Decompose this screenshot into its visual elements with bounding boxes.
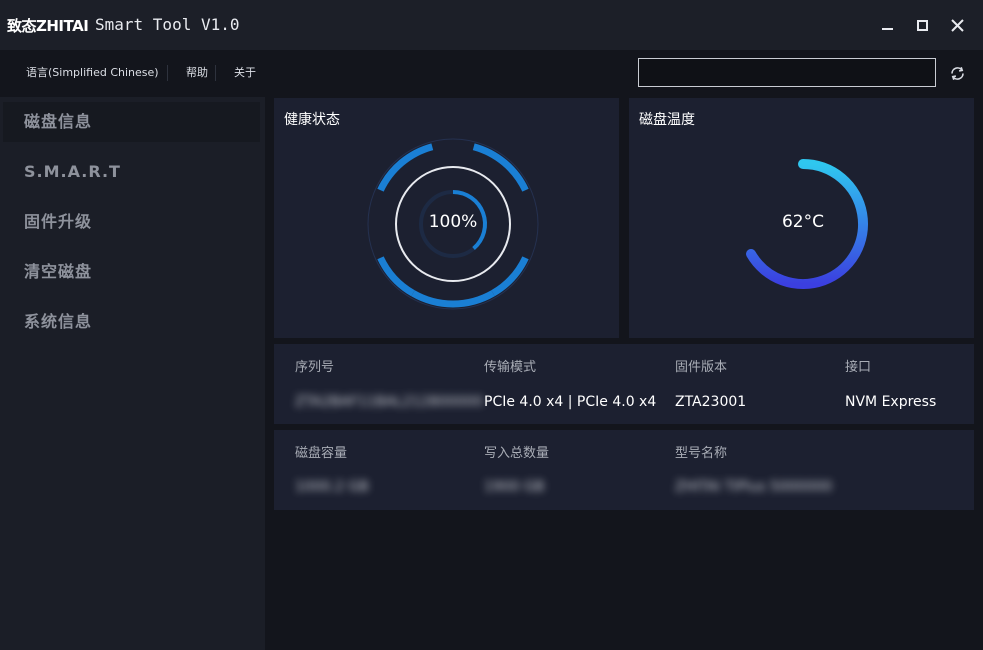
sidebar-item-label: 固件升级	[24, 212, 93, 231]
maximize-button[interactable]	[911, 14, 933, 36]
temperature-value: 62°C	[781, 212, 824, 232]
refresh-icon	[951, 67, 964, 80]
sidebar-item-system-info[interactable]: 系统信息	[3, 302, 260, 342]
capacity-value: 1000.2 GB	[295, 479, 369, 495]
model-label: 型号名称	[675, 446, 728, 461]
firmware-label: 固件版本	[675, 360, 728, 375]
sidebar-item-smart[interactable]: S.M.A.R.T	[3, 152, 260, 192]
interface-value: NVM Express	[845, 394, 937, 410]
sidebar: 磁盘信息 S.M.A.R.T 固件升级 清空磁盘 系统信息	[0, 97, 265, 650]
refresh-button[interactable]	[949, 65, 966, 82]
app-title: Smart Tool V1.0	[95, 15, 240, 34]
temperature-panel: 磁盘温度 62°C	[629, 98, 974, 338]
maximize-icon	[917, 20, 928, 31]
model-value: ZHITAI TiPlus 5000000	[675, 479, 833, 495]
sidebar-item-firmware-upgrade[interactable]: 固件升级	[3, 202, 260, 242]
health-ring-segment	[411, 290, 495, 308]
sidebar-item-disk-info[interactable]: 磁盘信息	[3, 102, 260, 142]
serial-value: ZTA2BAF11BAL212800000	[295, 394, 483, 410]
menu-divider	[167, 65, 168, 81]
menu-about[interactable]: 关于	[234, 66, 256, 80]
menu-divider	[215, 65, 216, 81]
close-icon	[951, 19, 964, 32]
capacity-info-panel: 磁盘容量 1000.2 GB 写入总数量 1900 GB 型号名称 ZHITAI…	[274, 430, 974, 510]
total-written-value: 1900 GB	[484, 479, 545, 495]
minimize-button[interactable]	[876, 14, 898, 36]
close-button[interactable]	[946, 14, 968, 36]
title-bar: 致态ZHITAI Smart Tool V1.0	[0, 0, 983, 50]
menu-help[interactable]: 帮助	[186, 66, 208, 80]
drive-info-panel: 序列号 ZTA2BAF11BAL212800000 传输模式 PCIe 4.0 …	[274, 344, 974, 424]
search-input[interactable]	[638, 58, 936, 87]
sidebar-item-label: S.M.A.R.T	[24, 162, 121, 181]
total-written-label: 写入总数量	[484, 446, 550, 461]
menu-language[interactable]: 语言(Simplified Chinese)	[26, 66, 159, 80]
serial-label: 序列号	[295, 360, 335, 375]
firmware-value: ZTA23001	[675, 394, 747, 410]
transfer-mode-value: PCIe 4.0 x4 | PCIe 4.0 x4	[484, 394, 657, 410]
sidebar-item-label: 系统信息	[24, 312, 93, 331]
health-panel: 健康状态 100%	[274, 98, 619, 338]
sidebar-item-secure-erase[interactable]: 清空磁盘	[3, 252, 260, 292]
health-value: 100%	[428, 212, 478, 232]
transfer-mode-label: 传输模式	[484, 360, 537, 375]
sidebar-item-label: 清空磁盘	[24, 262, 93, 281]
capacity-label: 磁盘容量	[295, 446, 348, 461]
brand-logo: 致态ZHITAI	[7, 17, 89, 35]
minimize-icon	[882, 28, 893, 30]
sidebar-item-label: 磁盘信息	[24, 112, 93, 131]
interface-label: 接口	[845, 360, 872, 375]
